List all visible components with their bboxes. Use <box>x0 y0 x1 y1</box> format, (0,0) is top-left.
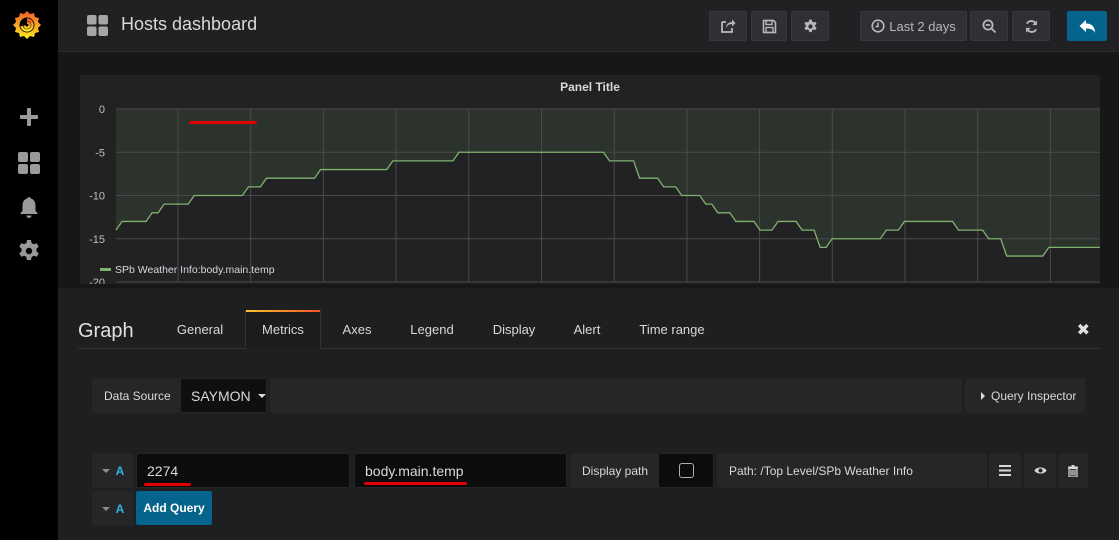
query-inspector-button[interactable]: Query Inspector <box>965 378 1085 413</box>
dashboard-grid-icon[interactable] <box>87 15 108 36</box>
toggle-query-visibility-button[interactable] <box>1024 453 1056 488</box>
back-to-dashboard-button[interactable] <box>1067 11 1107 41</box>
y-tick-label: 0 <box>99 104 105 116</box>
query-collapse-toggle[interactable]: A <box>92 453 134 488</box>
legend-swatch <box>100 268 111 271</box>
add-query-ref-id: A <box>115 501 125 516</box>
side-menu <box>0 0 58 540</box>
checkbox-icon <box>678 463 694 478</box>
refresh-icon <box>1025 19 1037 33</box>
y-tick-label: -5 <box>95 147 105 159</box>
gear-icon[interactable] <box>17 239 41 263</box>
settings-button[interactable] <box>791 11 829 41</box>
bell-icon[interactable] <box>17 195 41 219</box>
display-path-label: Display path <box>570 453 658 488</box>
time-range-label: Last 2 days <box>889 18 956 34</box>
metric-path-value: body.main.temp <box>365 462 464 479</box>
y-tick-label: -15 <box>89 234 105 246</box>
highlight-underline <box>189 121 257 124</box>
legend-label: SPb Weather Info:body.main.temp <box>115 264 275 276</box>
grafana-logo-icon[interactable] <box>11 9 43 41</box>
zoom-out-icon <box>982 19 996 33</box>
tab-display[interactable]: Display <box>482 310 546 349</box>
add-query-button[interactable]: Add Query <box>136 491 212 525</box>
delete-query-button[interactable] <box>1058 453 1088 488</box>
caret-down-icon <box>101 506 110 511</box>
graph-chart[interactable]: 0 -5 -10 -15 -20 SPb Weather Info:body.main.t… <box>80 75 1100 284</box>
chevron-down-icon <box>257 393 266 398</box>
clock-icon <box>871 19 885 33</box>
query-inspector-label: Query Inspector <box>991 388 1077 403</box>
trash-icon <box>1068 464 1078 477</box>
share-button[interactable] <box>709 11 747 41</box>
highlight-underline <box>364 482 467 485</box>
tab-metrics[interactable]: Metrics <box>245 310 321 350</box>
object-id-value: 2274 <box>147 462 179 479</box>
caret-right-icon <box>981 391 985 400</box>
top-navbar: Hosts dashboard Last 2 days <box>58 0 1119 52</box>
panel-editor: Graph General Metrics Axes Legend Displa… <box>58 121 1119 540</box>
tab-general[interactable]: General <box>166 310 234 349</box>
time-range-picker[interactable]: Last 2 days <box>860 11 967 41</box>
highlight-underline <box>144 483 191 486</box>
gear-icon <box>803 19 817 32</box>
hamburger-menu-icon <box>999 465 1011 476</box>
path-display: Path: /Top Level/SPb Weather Info <box>717 453 987 488</box>
eye-icon <box>1034 467 1046 474</box>
dashboard-title[interactable]: Hosts dashboard <box>121 14 257 35</box>
display-path-checkbox[interactable] <box>658 453 714 488</box>
save-button[interactable] <box>751 11 787 41</box>
datasource-label: Data Source <box>92 378 180 413</box>
zoom-out-button[interactable] <box>970 11 1008 41</box>
close-editor-icon[interactable]: ✖ <box>1077 320 1090 340</box>
editor-title: Graph <box>78 320 134 342</box>
editor-tabs: Graph General Metrics Axes Legend Displa… <box>78 310 1100 350</box>
query-menu-button[interactable] <box>989 453 1021 488</box>
reply-arrow-icon <box>1079 19 1095 33</box>
y-tick-label: -20 <box>89 277 105 284</box>
dashboards-icon[interactable] <box>17 151 41 175</box>
tab-alert[interactable]: Alert <box>564 310 610 349</box>
share-icon <box>721 19 736 33</box>
graph-panel[interactable]: Panel Title 0 -5 -10 -15 -20 SPb Weather Info… <box>80 75 1100 284</box>
datasource-value: SAYMON <box>191 387 251 404</box>
tab-axes[interactable]: Axes <box>332 310 382 349</box>
plus-icon[interactable] <box>17 105 41 129</box>
datasource-select[interactable]: SAYMON <box>180 378 267 413</box>
refresh-button[interactable] <box>1012 11 1050 41</box>
y-tick-label: -10 <box>89 191 105 203</box>
tab-legend[interactable]: Legend <box>400 310 464 349</box>
caret-down-icon <box>101 468 110 473</box>
add-query-toggle[interactable]: A <box>92 491 134 526</box>
query-ref-id: A <box>115 463 125 478</box>
dashboard-main: Panel Title 0 -5 -10 -15 -20 SPb Weather Info… <box>58 53 1119 540</box>
datasource-row-filler <box>270 378 962 413</box>
save-icon <box>762 19 776 33</box>
tab-time-range[interactable]: Time range <box>630 310 714 349</box>
